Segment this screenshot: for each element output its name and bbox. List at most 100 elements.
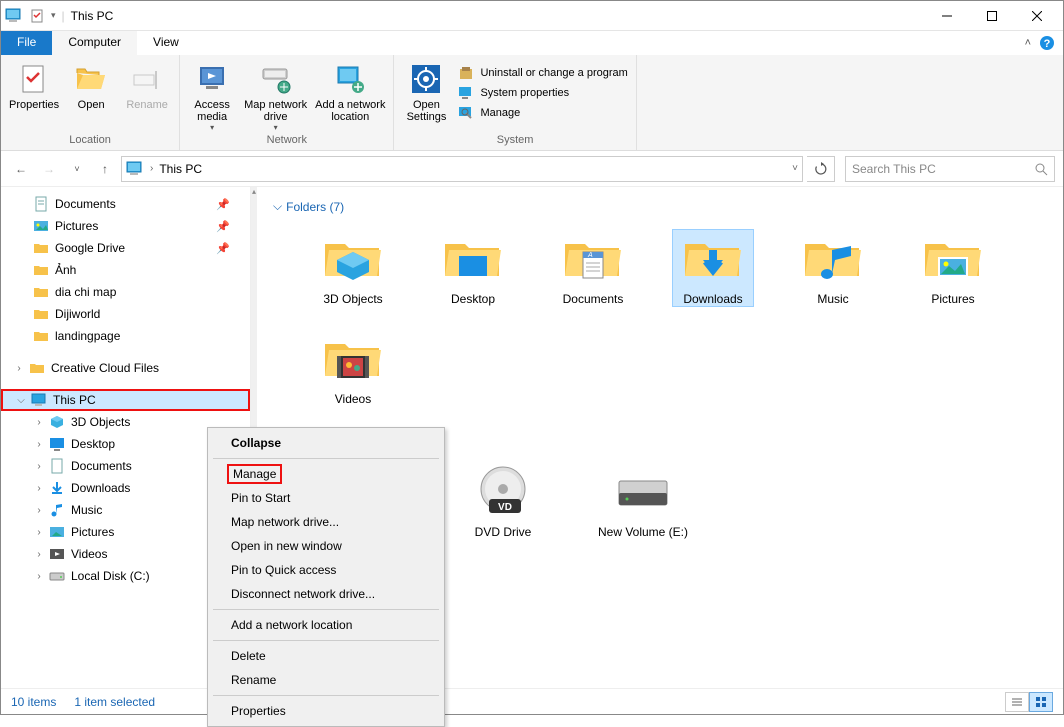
open-settings-button[interactable]: Open Settings xyxy=(402,59,450,123)
access-media-button[interactable]: Access media ▾ xyxy=(188,59,236,132)
sidebar-item-documents[interactable]: Documents📌 xyxy=(1,193,250,215)
properties-button[interactable]: Properties xyxy=(9,59,59,111)
drive-icon xyxy=(611,463,675,519)
sidebar-item-landingpage[interactable]: landingpage xyxy=(1,325,250,347)
dvd-icon: VD xyxy=(471,463,535,519)
view-tab[interactable]: View xyxy=(137,31,195,55)
folder-downloads[interactable]: Downloads xyxy=(673,230,753,306)
sidebar-item-googledrive[interactable]: Google Drive📌 xyxy=(1,237,250,259)
open-folder-icon xyxy=(75,63,107,95)
forward-button[interactable]: → xyxy=(37,157,61,181)
svg-text:A: A xyxy=(587,252,593,259)
quick-access-toolbar: ▾ | xyxy=(5,8,65,24)
videos-icon xyxy=(49,546,65,562)
main-area: Documents📌 Pictures📌 Google Drive📌 Ảnh d… xyxy=(1,187,1063,688)
system-properties-button[interactable]: System properties xyxy=(458,85,627,101)
minimize-button[interactable] xyxy=(924,1,969,31)
manage-button[interactable]: Manage xyxy=(458,105,627,121)
folder-desktop[interactable]: Desktop xyxy=(433,230,513,306)
folder-3dobjects[interactable]: 3D Objects xyxy=(313,230,393,306)
media-icon xyxy=(196,63,228,95)
open-button[interactable]: Open xyxy=(67,59,115,111)
settings-icon xyxy=(410,63,442,95)
sidebar-item-pictures[interactable]: Pictures📌 xyxy=(1,215,250,237)
ctx-open-new[interactable]: Open in new window xyxy=(211,534,441,558)
computer-tab[interactable]: Computer xyxy=(52,31,137,55)
icons-view-button[interactable] xyxy=(1029,692,1053,712)
expand-icon[interactable]: › xyxy=(33,505,45,516)
ctx-collapse[interactable]: Collapse xyxy=(211,431,441,455)
expand-icon[interactable]: › xyxy=(33,549,45,560)
uninstall-button[interactable]: Uninstall or change a program xyxy=(458,65,627,81)
back-button[interactable]: ← xyxy=(9,157,33,181)
svg-text:VD: VD xyxy=(498,502,512,513)
document-icon: A xyxy=(561,230,625,286)
drive-newvolume[interactable]: New Volume (E:) xyxy=(593,463,693,539)
folder-icon xyxy=(33,262,49,278)
desktop-icon xyxy=(49,436,65,452)
expand-icon[interactable]: › xyxy=(33,461,45,472)
ribbon: Properties Open Rename Location Access m… xyxy=(1,55,1063,151)
address-bar[interactable]: › This PC ˅ xyxy=(121,156,803,182)
pin-icon: 📌 xyxy=(216,198,230,211)
qat-dropdown-icon[interactable]: ▾ xyxy=(51,10,56,21)
folder-pictures[interactable]: Pictures xyxy=(913,230,993,306)
up-button[interactable]: ↑ xyxy=(93,157,117,181)
ctx-properties[interactable]: Properties xyxy=(211,699,441,723)
music-icon xyxy=(801,230,865,286)
folders-section-header[interactable]: ⌵Folders (7) xyxy=(273,193,1047,220)
window-title: This PC xyxy=(71,9,114,23)
file-tab[interactable]: File xyxy=(1,31,52,55)
ctx-map-drive[interactable]: Map network drive... xyxy=(211,510,441,534)
recent-dropdown[interactable]: ˅ xyxy=(65,157,89,181)
close-button[interactable] xyxy=(1014,1,1059,31)
folder-videos[interactable]: Videos xyxy=(313,330,393,406)
uninstall-icon xyxy=(458,65,474,81)
folder-icon xyxy=(29,360,45,376)
ctx-add-location[interactable]: Add a network location xyxy=(211,613,441,637)
sidebar-item-diachimap[interactable]: dia chi map xyxy=(1,281,250,303)
folder-music[interactable]: Music xyxy=(793,230,873,306)
sidebar-item-anh[interactable]: Ảnh xyxy=(1,259,250,281)
ctx-delete[interactable]: Delete xyxy=(211,644,441,668)
status-selected: 1 item selected xyxy=(74,695,155,709)
pin-icon: 📌 xyxy=(216,242,230,255)
folder-icon xyxy=(33,284,49,300)
ctx-pin-quick[interactable]: Pin to Quick access xyxy=(211,558,441,582)
folder-documents[interactable]: ADocuments xyxy=(553,230,633,306)
pc-icon xyxy=(126,161,144,177)
refresh-button[interactable] xyxy=(807,156,835,182)
expand-icon[interactable]: › xyxy=(13,363,25,374)
chevron-right-icon[interactable]: › xyxy=(150,163,153,174)
add-network-location-button[interactable]: Add a network location xyxy=(315,59,385,123)
folder-icon xyxy=(33,328,49,344)
sidebar-item-creative-cloud[interactable]: ›Creative Cloud Files xyxy=(1,357,250,379)
expand-icon[interactable]: › xyxy=(33,571,45,582)
help-icon[interactable]: ? xyxy=(1039,35,1055,51)
pictures-icon xyxy=(33,218,49,234)
ribbon-group-network: Access media ▾ Map network drive ▾ Add a… xyxy=(180,55,394,150)
ctx-pin-start[interactable]: Pin to Start xyxy=(211,486,441,510)
ctx-rename[interactable]: Rename xyxy=(211,668,441,692)
details-view-button[interactable] xyxy=(1005,692,1029,712)
search-input[interactable]: Search This PC xyxy=(845,156,1055,182)
pin-icon: 📌 xyxy=(216,220,230,233)
ctx-disconnect[interactable]: Disconnect network drive... xyxy=(211,582,441,606)
breadcrumb-thispc[interactable]: This PC xyxy=(159,162,202,176)
titlebar: ▾ | This PC xyxy=(1,1,1063,31)
maximize-button[interactable] xyxy=(969,1,1014,31)
collapse-icon[interactable]: ⌵ xyxy=(15,395,27,406)
sidebar-item-thispc[interactable]: ⌵This PC xyxy=(1,389,250,411)
addressbar-dropdown-icon[interactable]: ˅ xyxy=(792,163,798,174)
expand-icon[interactable]: › xyxy=(33,417,45,428)
ctx-manage[interactable]: Manage xyxy=(227,464,282,484)
ribbon-collapse-icon[interactable]: ˄ xyxy=(1025,37,1031,49)
drive-dvd[interactable]: VDDVD Drive xyxy=(453,463,553,539)
expand-icon[interactable]: › xyxy=(33,483,45,494)
properties-qat-icon[interactable] xyxy=(29,8,45,24)
document-icon xyxy=(49,458,65,474)
expand-icon[interactable]: › xyxy=(33,527,45,538)
sidebar-item-dijiworld[interactable]: Dijiworld xyxy=(1,303,250,325)
map-drive-button[interactable]: Map network drive ▾ xyxy=(244,59,307,132)
expand-icon[interactable]: › xyxy=(33,439,45,450)
